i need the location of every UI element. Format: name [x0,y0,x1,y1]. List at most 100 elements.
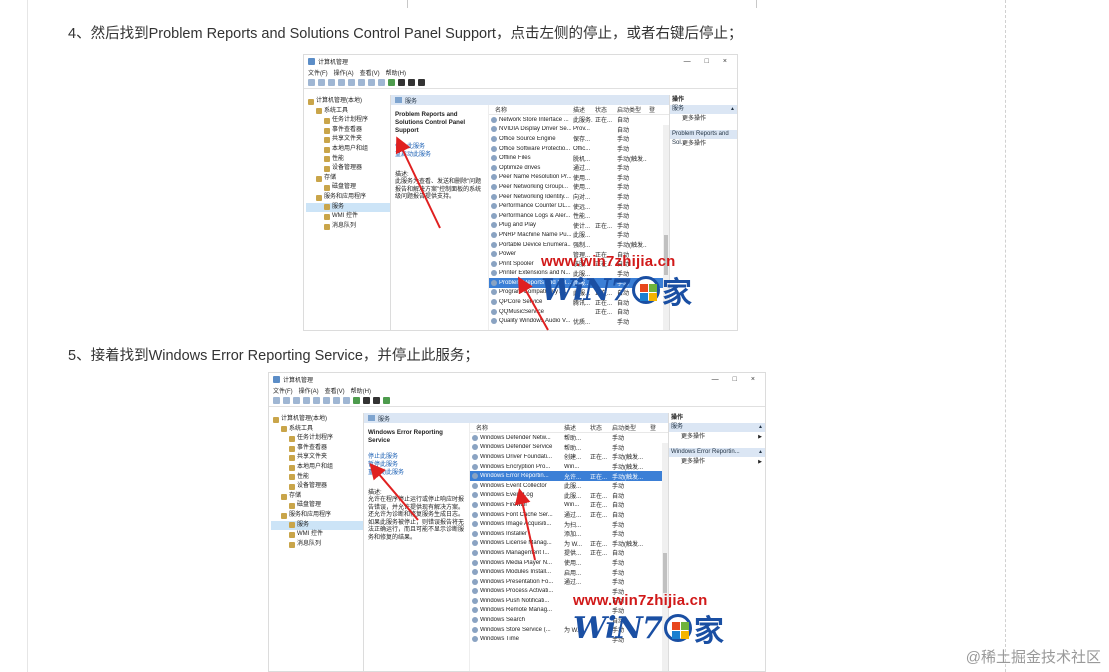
menu-action[interactable]: 操作(A) [299,386,319,395]
service-row[interactable]: PNRP Machine Name Pu... 此服... 手动 [489,230,669,240]
column-header[interactable]: 登 [647,105,657,114]
tree-item[interactable]: 消息队列 [271,540,363,550]
up-icon[interactable] [328,79,335,86]
help-icon[interactable] [368,79,375,86]
service-row[interactable]: Windows Event Collector 此服... 手动 [470,481,668,491]
service-row[interactable]: Windows License Manag... 为 W... 正在... 手动(触发… [470,539,668,549]
menu-view[interactable]: 查看(V) [360,68,380,77]
service-row[interactable]: Windows Event Log 此服... 正在... 自动 [470,491,668,501]
restart-service-link[interactable]: 重启动此服务 [368,469,465,477]
more-actions[interactable]: 更多操作 ▶ [669,432,765,442]
restart-service-icon[interactable] [383,397,390,404]
tree-item[interactable]: 消息队列 [306,222,390,232]
stop-service-link[interactable]: 停止此服务 [395,143,484,151]
tree-item[interactable]: 共享文件夹 [306,135,390,145]
pause-service-link[interactable]: 暂停此服务 [368,461,465,469]
minimize-button[interactable]: — [712,376,719,383]
service-row[interactable]: Windows Management I... 提供... 正在... 自动 [470,548,668,558]
menu-file[interactable]: 文件(F) [273,386,293,395]
service-row[interactable]: Windows Firewall Win... 正在... 自动 [470,500,668,510]
menu-file[interactable]: 文件(F) [308,68,328,77]
stop-service-icon[interactable] [398,79,405,86]
actions-section-services[interactable]: 服务 ▲ [669,423,765,432]
pause-service-icon[interactable] [408,79,415,86]
tree-item[interactable]: 系统工具 [271,425,363,435]
tree-item[interactable]: 共享文件夹 [271,453,363,463]
service-row[interactable]: Windows Driver Foundati... 创建... 正在... 手动(触… [470,452,668,462]
column-header[interactable]: 启动类型 [615,105,647,114]
column-header[interactable]: 描述 [562,423,588,432]
service-row[interactable]: Office Software Protectio... Offic... 手动 [489,144,669,154]
tree-item[interactable]: 性能 [271,473,363,483]
restart-service-link[interactable]: 重启动此服务 [395,151,484,159]
help-icon[interactable] [333,397,340,404]
start-service-icon[interactable] [388,79,395,86]
tree-item[interactable]: 磁盘管理 [271,501,363,511]
tree-item[interactable]: 存储 [306,174,390,184]
tree-item[interactable]: 服务和应用程序 [306,193,390,203]
tree-item[interactable]: 服务和应用程序 [271,511,363,521]
service-row[interactable]: Performance Counter DL... 使远... 手动 [489,201,669,211]
tree-item[interactable]: 事件查看器 [271,444,363,454]
stop-service-link[interactable]: 停止此服务 [368,453,465,461]
service-row[interactable]: Windows Defender Service 帮助... 手动 [470,443,668,453]
column-header[interactable]: 名称 [489,105,571,114]
service-row[interactable]: Windows Media Player N... 使用... 手动 [470,558,668,568]
service-row[interactable]: Windows Defender Netw... 帮助... 手动 [470,433,668,443]
service-row[interactable]: Network Store Interface ... 此服务...正在... 自动 [489,115,669,125]
service-row[interactable]: Peer Networking Groupi... 使用... 手动 [489,182,669,192]
start-service-icon[interactable] [353,397,360,404]
service-row[interactable]: Windows Installer 添加... 手动 [470,529,668,539]
menu-action[interactable]: 操作(A) [334,68,354,77]
tree-item[interactable]: 服务 [271,520,363,531]
tree-item[interactable]: 磁盘管理 [306,183,390,193]
column-header[interactable]: 状态 [588,423,610,432]
maximize-button[interactable]: □ [705,58,709,65]
minimize-button[interactable]: — [684,58,691,65]
actions-section-selected-service[interactable]: Problem Reports and Sol... [670,130,737,146]
back-icon[interactable] [308,79,315,86]
forward-icon[interactable] [318,79,325,86]
column-header[interactable]: 描述 [571,105,593,114]
close-button[interactable]: × [751,376,755,383]
tree-item[interactable]: 本地用户和组 [271,463,363,473]
scrollbar-thumb[interactable] [663,553,667,593]
restart-service-icon[interactable] [418,79,425,86]
tree-item[interactable]: 计算机管理(本地) [271,415,363,425]
tree-item[interactable]: 性能 [306,155,390,165]
refresh-icon[interactable] [348,79,355,86]
tree-item[interactable]: 计算机管理(本地) [306,97,390,107]
service-row[interactable]: Peer Name Resolution Pr... 使用... 手动 [489,173,669,183]
column-header[interactable]: 名称 [470,423,562,432]
properties-icon[interactable] [378,79,385,86]
stop-service-icon[interactable] [363,397,370,404]
service-row[interactable]: Peer Networking Identity... 向对... 手动 [489,192,669,202]
properties-icon[interactable] [343,397,350,404]
tree-item[interactable]: 系统工具 [306,107,390,117]
service-row[interactable]: NVIDIA Display Driver Se... Prov... 自动 [489,125,669,135]
column-header[interactable]: 登 [648,423,658,432]
tree-item[interactable]: 设备管理器 [271,482,363,492]
more-actions-selected[interactable]: 更多操作 ▶ [669,457,765,467]
show-tree-icon[interactable] [303,397,310,404]
service-row[interactable]: Windows Modules Install... 启用... 手动 [470,567,668,577]
service-row[interactable]: Quality Windows Audio V... 优质... 手动 [489,316,669,326]
back-icon[interactable] [273,397,280,404]
tree-item[interactable]: 设备管理器 [306,164,390,174]
export-icon[interactable] [323,397,330,404]
service-row[interactable]: Portable Device Enumera... 强制... 手动(触发... [489,240,669,250]
tree-item[interactable]: WMI 控件 [306,212,390,222]
tree-item[interactable]: 本地用户和组 [306,145,390,155]
tree-item[interactable]: WMI 控件 [271,530,363,540]
actions-section-selected-service[interactable]: Windows Error Reportin... ▲ [669,448,765,457]
pause-service-icon[interactable] [373,397,380,404]
menu-help[interactable]: 帮助(H) [351,386,371,395]
menu-view[interactable]: 查看(V) [325,386,345,395]
service-row[interactable]: Offline Files 脱机... 手动(触发... [489,153,669,163]
service-row[interactable]: Performance Logs & Aler... 性能... 手动 [489,211,669,221]
tree-item[interactable]: 服务 [306,202,390,213]
tree-item[interactable]: 存储 [271,492,363,502]
close-button[interactable]: × [723,58,727,65]
up-icon[interactable] [293,397,300,404]
menu-help[interactable]: 帮助(H) [386,68,406,77]
